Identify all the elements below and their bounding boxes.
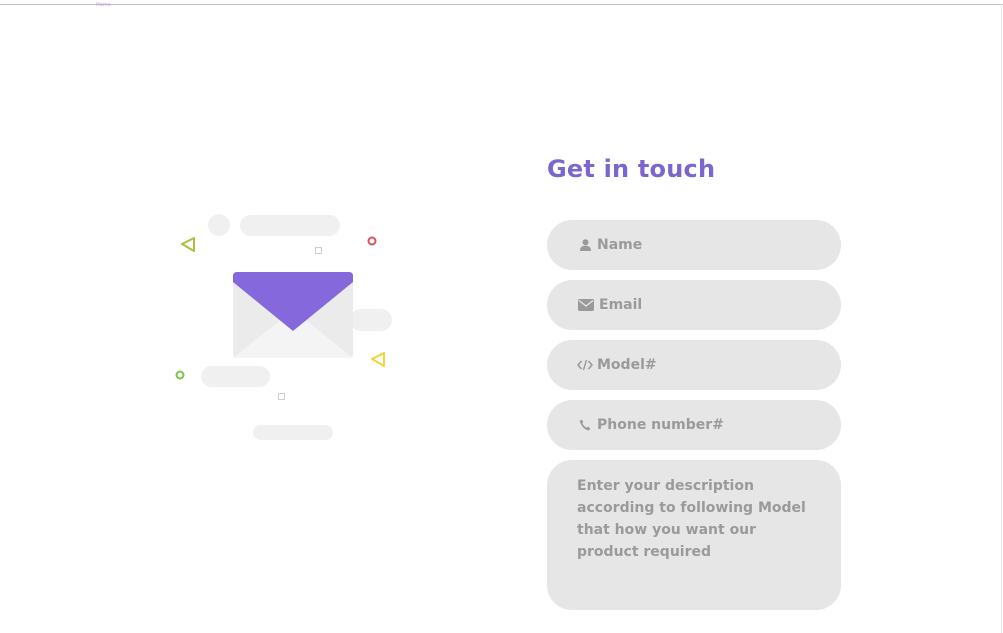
deco-square [315,247,322,254]
page-title: Get in touch [547,155,716,183]
description-field[interactable] [547,460,841,610]
deco-square [278,393,285,400]
description-textarea[interactable] [547,460,841,610]
bg-dot [208,214,230,236]
bg-pill [350,309,392,331]
name-field[interactable] [547,220,841,270]
model-input[interactable] [597,357,827,373]
mail-illustration [0,0,520,633]
email-field[interactable] [547,280,841,330]
deco-circle-green [175,370,185,380]
name-input[interactable] [597,237,827,253]
phone-input[interactable] [597,417,827,433]
code-icon [577,357,593,373]
contact-page: Home Get in touch [0,0,1003,633]
user-icon [577,237,593,253]
bg-pill [240,215,340,236]
phone-field[interactable] [547,400,841,450]
email-input[interactable] [599,297,829,313]
model-field[interactable] [547,340,841,390]
deco-triangle-yellow [371,352,385,367]
bg-pill [201,366,270,387]
resize-handle-icon[interactable] [830,599,839,608]
mail-envelope-icon [175,214,392,440]
phone-icon [577,417,593,433]
deco-triangle-green [181,237,195,252]
envelope-icon [577,297,595,313]
right-divider [1001,4,1002,633]
deco-circle-red [367,236,377,246]
bg-pill [253,425,333,440]
